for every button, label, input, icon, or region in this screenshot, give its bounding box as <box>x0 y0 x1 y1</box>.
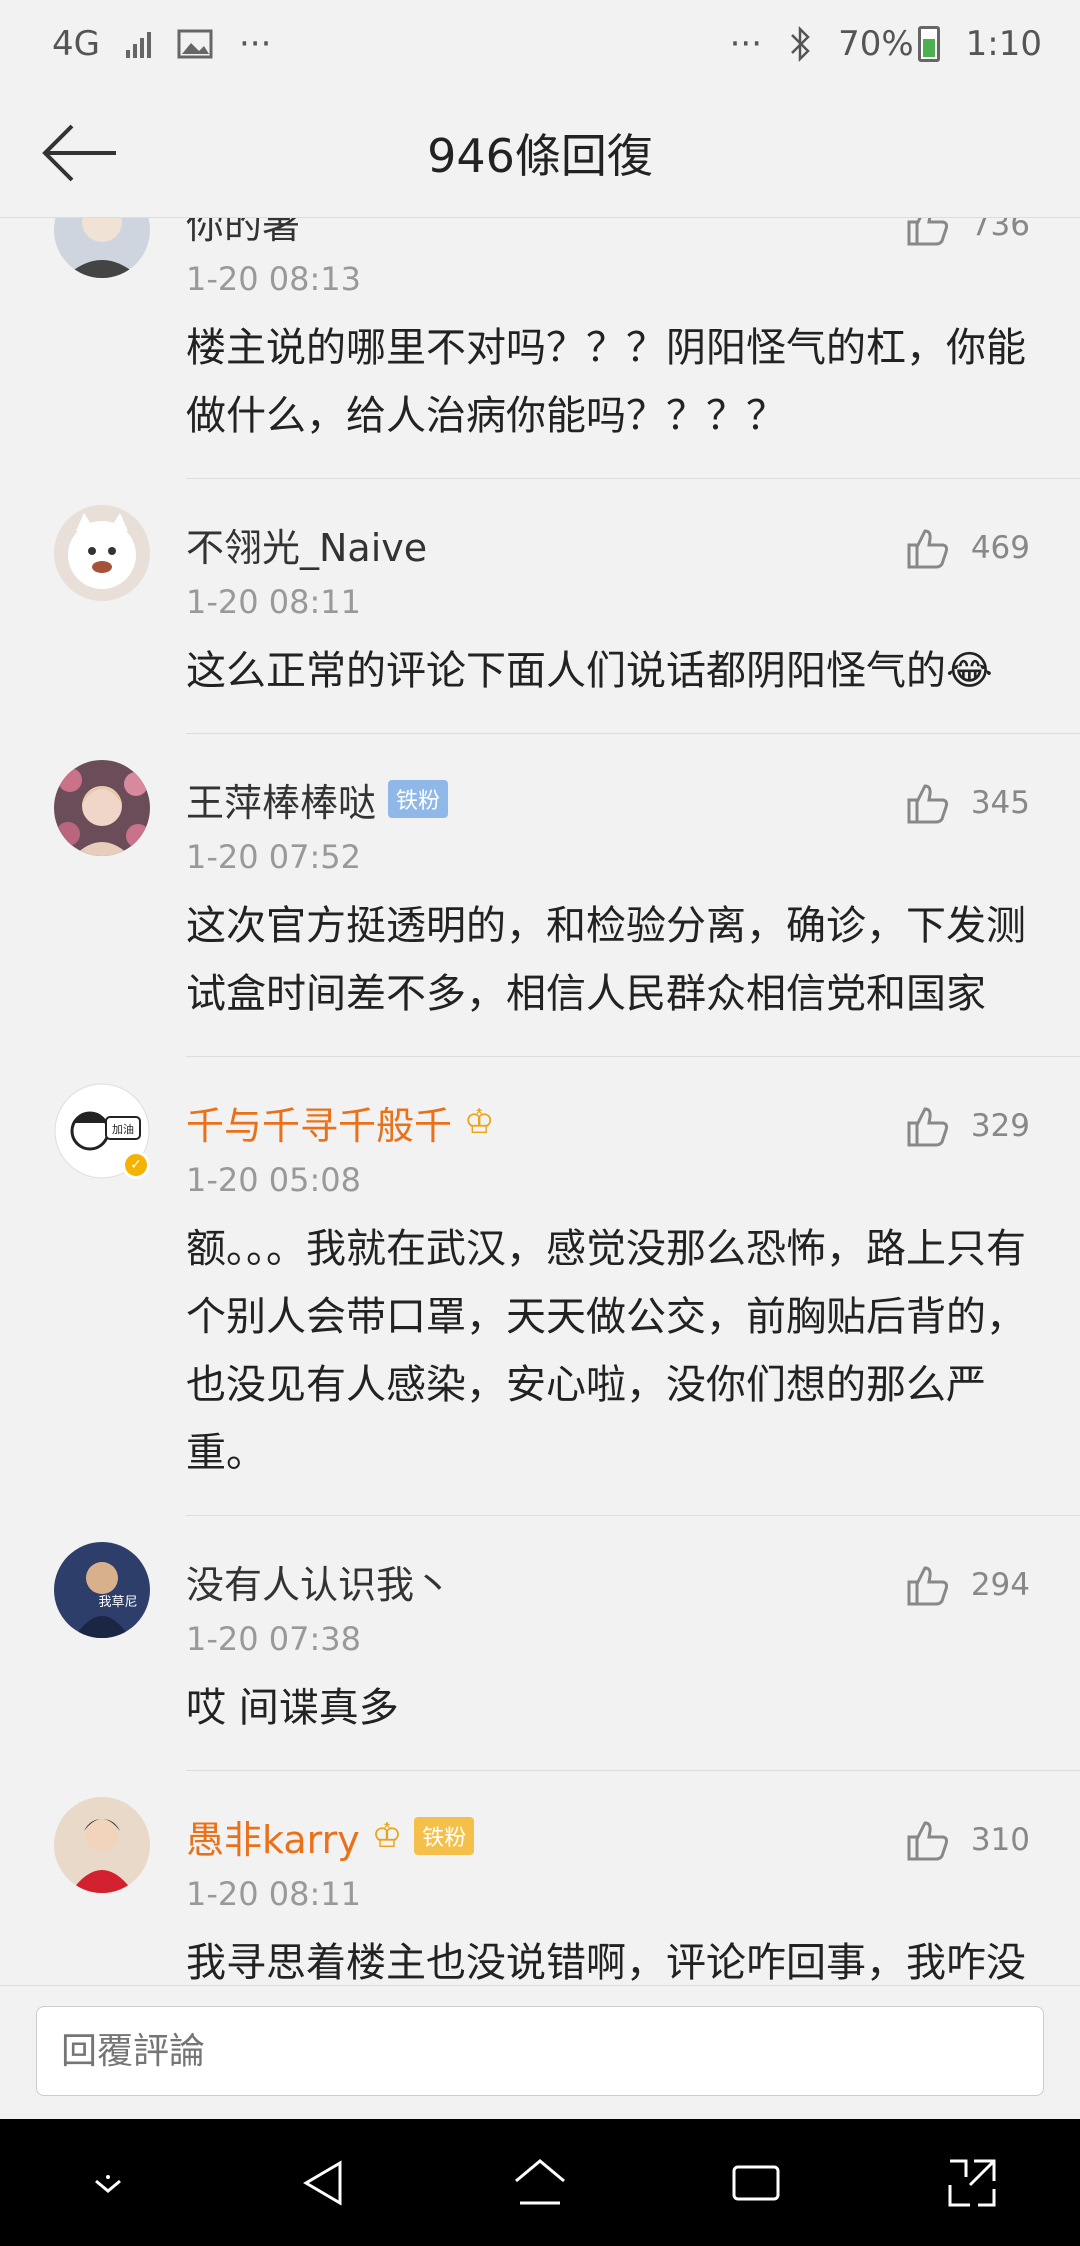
like-count: 469 <box>970 530 1030 566</box>
status-bar: 4G ··· ··· 70% 1:10 <box>0 0 1080 88</box>
triangle-back-icon <box>303 2159 342 2206</box>
vip-crown-icon: ♔ <box>464 1102 495 1142</box>
like-button[interactable]: 294 <box>905 1562 1030 1608</box>
comment-text: 哎 间谍真多 <box>186 1685 399 1731</box>
list-item: 愚非karry ♔ 铁粉 1-20 08:11 我寻思着楼主也没说错啊，评论咋回… <box>0 1771 1080 1985</box>
timestamp: 1-20 07:38 <box>186 1620 362 1658</box>
like-button[interactable]: 736 <box>905 218 1030 248</box>
like-count: 345 <box>970 785 1030 821</box>
home-icon <box>515 2158 565 2204</box>
signal-icon <box>125 30 151 58</box>
more-status-label: ··· <box>729 24 763 64</box>
reply-input[interactable] <box>36 2006 1044 2096</box>
thumbs-up-icon <box>907 1821 948 1861</box>
comment-text: 楼主说的哪里不对吗？？？阴阳怪气的杠，你能做什么，给人治病你能吗？？？？ <box>186 325 1026 439</box>
expand-nav-button[interactable] <box>932 2143 1012 2223</box>
recents-icon <box>732 2165 780 2200</box>
battery-icon <box>917 26 940 62</box>
thumbs-up-icon <box>907 1566 948 1606</box>
avatar[interactable]: 加油 ✓ <box>54 1083 150 1179</box>
username[interactable]: 王萍棒棒哒 <box>186 772 376 827</box>
like-count: 736 <box>970 218 1030 243</box>
thumbs-up-icon <box>907 218 948 246</box>
reply-bar <box>0 1985 1080 2119</box>
timestamp: 1-20 07:52 <box>186 838 362 876</box>
like-count: 329 <box>970 1108 1030 1144</box>
fan-badge: 铁粉 <box>388 780 449 818</box>
image-icon <box>177 29 213 59</box>
username[interactable]: 千与千寻千般千 <box>186 1095 452 1150</box>
username[interactable]: 不翎光_Naive <box>186 517 427 572</box>
like-button[interactable]: 469 <box>905 525 1030 571</box>
chevron-down-icon <box>95 2174 121 2193</box>
home-nav-button[interactable] <box>500 2143 580 2223</box>
list-item: 我草尼 没有人认识我丶 1-20 07:38 哎 间谍真多 294 <box>0 1516 1080 1770</box>
clock: 1:10 <box>965 24 1042 64</box>
comment-text: 额。。。我就在武汉，感觉没那么恐怖，路上只有个别人会带口罩，天天做公交，前胸贴后… <box>186 1226 1026 1476</box>
comment-text: 这次官方挺透明的，和检验分离，确诊，下发测试盒时间差不多，相信人民群众相信党和国… <box>186 903 1026 1017</box>
list-item: 你的署 1-20 08:13 楼主说的哪里不对吗？？？阴阳怪气的杠，你能做什么，… <box>0 218 1080 478</box>
network-label: 4G <box>52 24 100 64</box>
like-count: 294 <box>970 1567 1030 1603</box>
battery-percent: 70% <box>838 24 914 64</box>
like-button[interactable]: 345 <box>905 780 1030 826</box>
avatar[interactable] <box>54 760 150 856</box>
back-nav-button[interactable] <box>284 2143 364 2223</box>
comment-list[interactable]: 你的署 1-20 08:13 楼主说的哪里不对吗？？？阴阳怪气的杠，你能做什么，… <box>0 218 1080 1985</box>
expand-icon <box>948 2159 996 2206</box>
verified-icon: ✓ <box>122 1151 150 1179</box>
like-count: 310 <box>970 1822 1030 1858</box>
avatar[interactable] <box>54 1797 150 1893</box>
recents-nav-button[interactable] <box>716 2143 796 2223</box>
vip-crown-icon: ♔ <box>371 1816 403 1856</box>
timestamp: 1-20 08:11 <box>186 583 362 621</box>
list-item: 加油 ✓ 千与千寻千般千 ♔ 1-20 05:08 额。。。我就在武汉，感觉没那… <box>0 1057 1080 1515</box>
timestamp: 1-20 08:11 <box>186 1875 362 1913</box>
fan-badge: 铁粉 <box>414 1817 475 1855</box>
back-button[interactable] <box>40 120 120 186</box>
bluetooth-icon <box>791 25 810 63</box>
username[interactable]: 你的署 <box>186 218 300 249</box>
more-notifications-label: ··· <box>238 24 272 64</box>
comment-text: 我寻思着楼主也没说错啊，评论咋回事，我咋没看懂😲😲😲 <box>186 1940 1026 1985</box>
like-button[interactable]: 329 <box>905 1103 1030 1149</box>
system-nav-bar <box>0 2119 1080 2246</box>
thumbs-up-icon <box>907 784 948 824</box>
avatar-caption: 加油 <box>112 1122 134 1136</box>
page-title: 946條回復 <box>427 128 653 183</box>
timestamp: 1-20 05:08 <box>186 1161 362 1199</box>
timestamp: 1-20 08:13 <box>186 260 362 298</box>
avatar[interactable] <box>54 218 150 278</box>
avatar[interactable]: 我草尼 <box>54 1542 150 1638</box>
thumbs-up-icon <box>907 1107 948 1147</box>
like-button[interactable]: 310 <box>905 1817 1030 1863</box>
username[interactable]: 没有人认识我丶 <box>186 1554 452 1609</box>
username[interactable]: 愚非karry <box>186 1809 360 1864</box>
avatar-caption: 我草尼 <box>98 1595 137 1610</box>
list-item: 不翎光_Naive 1-20 08:11 这么正常的评论下面人们说话都阴阳怪气的… <box>0 479 1080 733</box>
comment-text: 这么正常的评论下面人们说话都阴阳怪气的😂 <box>186 648 993 694</box>
hide-nav-button[interactable] <box>68 2143 148 2223</box>
list-item: 王萍棒棒哒 铁粉 1-20 07:52 这次官方挺透明的，和检验分离，确诊，下发… <box>0 734 1080 1056</box>
top-bar: 946條回復 <box>0 88 1080 218</box>
avatar[interactable] <box>54 505 150 601</box>
thumbs-up-icon <box>907 529 948 569</box>
back-arrow-icon <box>42 124 116 182</box>
